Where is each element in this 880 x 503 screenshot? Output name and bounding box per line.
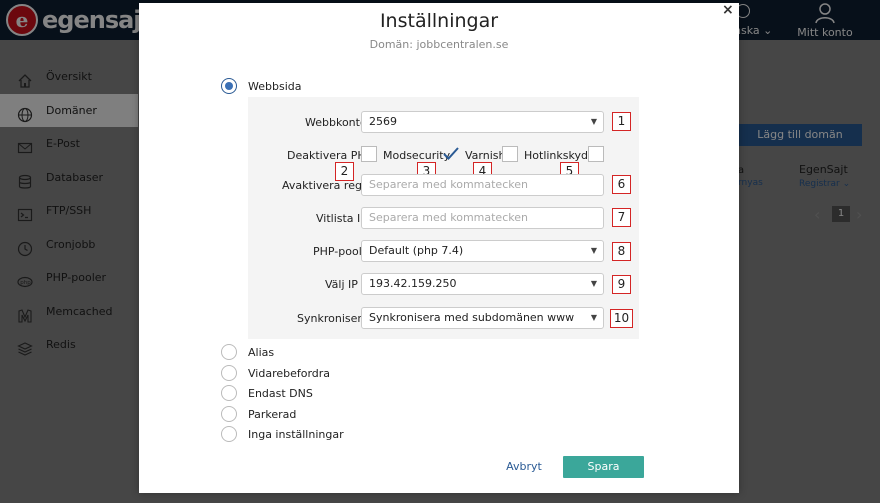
marker-6: 6 (612, 175, 631, 194)
cancel-button[interactable]: Avbryt (495, 456, 553, 478)
modsecurity-label: Modsecurity (383, 149, 451, 162)
deaktivera-php-label: Deaktivera PHP (287, 149, 373, 162)
webbkonto-label: Webbkonto (305, 116, 367, 129)
chevron-down-icon: ▼ (590, 313, 597, 322)
marker-7: 7 (612, 208, 631, 227)
marker-10: 10 (610, 309, 633, 328)
vitlista-ip-input[interactable]: Separera med kommatecken (361, 207, 604, 229)
radio-webbsida[interactable] (221, 78, 237, 94)
radio-endast-dns-label: Endast DNS (248, 387, 313, 400)
modal-title: Inställningar (379, 10, 499, 32)
radio-webbsida-label: Webbsida (248, 80, 302, 93)
chevron-down-icon: ▼ (590, 117, 597, 126)
deaktivera-php-checkbox[interactable] (361, 146, 377, 162)
radio-alias[interactable] (221, 344, 237, 360)
modsecurity-checkbox[interactable] (442, 146, 459, 162)
valj-ip-select[interactable]: 193.42.159.250 ▼ (361, 273, 604, 295)
hotlinkskydd-label: Hotlinkskydd (524, 149, 595, 162)
php-pool-select[interactable]: Default (php 7.4) ▼ (361, 240, 604, 262)
vitlista-ip-label: Vitlista IP (316, 212, 367, 225)
chevron-down-icon: ▼ (590, 246, 597, 255)
marker-1: 1 (612, 112, 631, 131)
hotlinkskydd-checkbox[interactable] (588, 146, 604, 162)
modal-subtitle: Domän: jobbcentralen.se (369, 38, 509, 51)
marker-8: 8 (612, 242, 631, 261)
avaktivera-regler-input[interactable]: Separera med kommatecken (361, 174, 604, 196)
webbkonto-select[interactable]: 2569 ▼ (361, 111, 604, 133)
radio-vidarebefordra[interactable] (221, 365, 237, 381)
radio-parkerad-label: Parkerad (248, 408, 297, 421)
synkronisera-select[interactable]: Synkronisera med subdomänen www ▼ (361, 307, 604, 329)
marker-9: 9 (612, 275, 631, 294)
radio-inga-installningar-label: Inga inställningar (248, 428, 344, 441)
radio-endast-dns[interactable] (221, 385, 237, 401)
php-pool-label: PHP-pool (313, 245, 362, 258)
chevron-down-icon: ▼ (590, 279, 597, 288)
radio-inga-installningar[interactable] (221, 426, 237, 442)
checkmark-icon (443, 147, 459, 160)
radio-alias-label: Alias (248, 346, 275, 359)
radio-vidarebefordra-label: Vidarebefordra (248, 367, 331, 380)
radio-parkerad[interactable] (221, 406, 237, 422)
synkronisera-label: Synkronisera (297, 312, 369, 325)
varnish-checkbox[interactable] (502, 146, 518, 162)
save-button[interactable]: Spara (563, 456, 644, 478)
valj-ip-label: Välj IP (325, 278, 358, 291)
varnish-label: Varnish (465, 149, 506, 162)
